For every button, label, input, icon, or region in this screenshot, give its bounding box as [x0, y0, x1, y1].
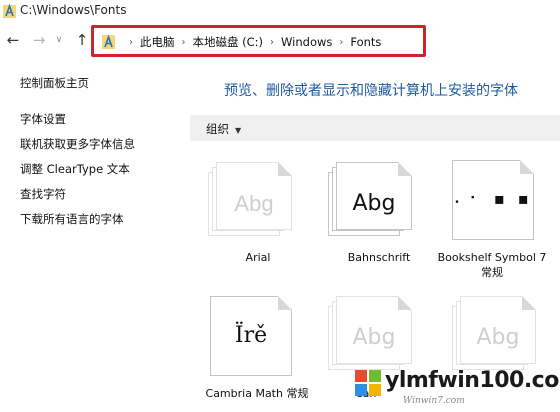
- breadcrumb-separator-icon[interactable]: ›: [339, 37, 343, 48]
- font-name-label: Cambria Math 常规: [205, 387, 309, 400]
- navigation-bar: ← → ∨ ↑ › 此电脑 › 本地磁盘 (C:) › Windows › Fo…: [0, 22, 560, 60]
- sidebar-item-find-character[interactable]: 查找字符: [20, 186, 66, 202]
- dropdown-caret-icon: ▼: [235, 126, 242, 135]
- breadcrumb-local-disk[interactable]: 本地磁盘 (C:): [193, 34, 264, 50]
- font-sample: ⠄⠂ ▪ ▪: [453, 189, 533, 208]
- font-preview-single-icon: ⠄⠂ ▪ ▪: [452, 160, 534, 240]
- font-sample: Abg: [476, 325, 520, 350]
- font-name-label: Bookshelf Symbol 7 常规: [437, 251, 547, 279]
- back-arrow-icon[interactable]: ←: [3, 30, 23, 50]
- address-bar[interactable]: › 此电脑 › 本地磁盘 (C:) › Windows › Fonts: [91, 25, 426, 57]
- font-sample: Abg: [234, 191, 274, 216]
- font-preview-single-icon: Ïrě: [210, 296, 292, 376]
- windows-logo-icon: [355, 370, 381, 396]
- sidebar-item-font-settings[interactable]: 字体设置: [20, 111, 66, 127]
- control-panel-home-link[interactable]: 控制面板主页: [20, 75, 89, 91]
- breadcrumb-windows[interactable]: Windows: [281, 35, 332, 49]
- sidebar-item-get-font-info-online[interactable]: 联机获取更多字体信息: [20, 136, 135, 152]
- font-sample: Ïrě: [234, 323, 268, 348]
- fonts-folder-icon: [3, 3, 16, 18]
- recent-locations-chevron-icon[interactable]: ∨: [52, 30, 66, 50]
- title-bar: C:\Windows\Fonts: [0, 0, 560, 22]
- sidebar-item-download-fonts[interactable]: 下载所有语言的字体: [20, 211, 124, 227]
- font-sample: Abg: [352, 325, 396, 350]
- watermark-subtext: Winwin7.com: [403, 396, 465, 406]
- organize-label: 组织: [206, 122, 229, 136]
- breadcrumb-separator-icon[interactable]: ›: [182, 37, 186, 48]
- breadcrumb: › 此电脑 › 本地磁盘 (C:) › Windows › Fonts: [122, 34, 381, 50]
- site-watermark: ylmfwin100.com Winwin7.com: [345, 360, 560, 412]
- breadcrumb-fonts[interactable]: Fonts: [350, 35, 381, 49]
- breadcrumb-separator-icon[interactable]: ›: [270, 37, 274, 48]
- fonts-folder-icon: [102, 34, 115, 49]
- font-preview-stack-icon: Abg: [208, 160, 308, 242]
- up-arrow-icon[interactable]: ↑: [72, 30, 92, 50]
- breadcrumb-this-pc[interactable]: 此电脑: [140, 34, 175, 50]
- sidebar-item-adjust-cleartype[interactable]: 调整 ClearType 文本: [20, 161, 130, 177]
- window-title: C:\Windows\Fonts: [20, 3, 127, 17]
- font-preview-stack-icon: Abg: [328, 160, 428, 242]
- forward-arrow-icon[interactable]: →: [29, 30, 49, 50]
- page-title: 预览、删除或者显示和隐藏计算机上安装的字体: [224, 83, 518, 99]
- command-bar: 组织 ▼: [190, 115, 560, 141]
- font-name-label: Bahnschrift: [347, 251, 411, 264]
- font-sample: Abg: [352, 191, 396, 216]
- organize-menu-button[interactable]: 组织 ▼: [206, 121, 241, 137]
- watermark-text: ylmfwin100.com: [385, 368, 560, 393]
- font-name-label: Arial: [245, 251, 271, 264]
- breadcrumb-separator-icon[interactable]: ›: [129, 37, 133, 48]
